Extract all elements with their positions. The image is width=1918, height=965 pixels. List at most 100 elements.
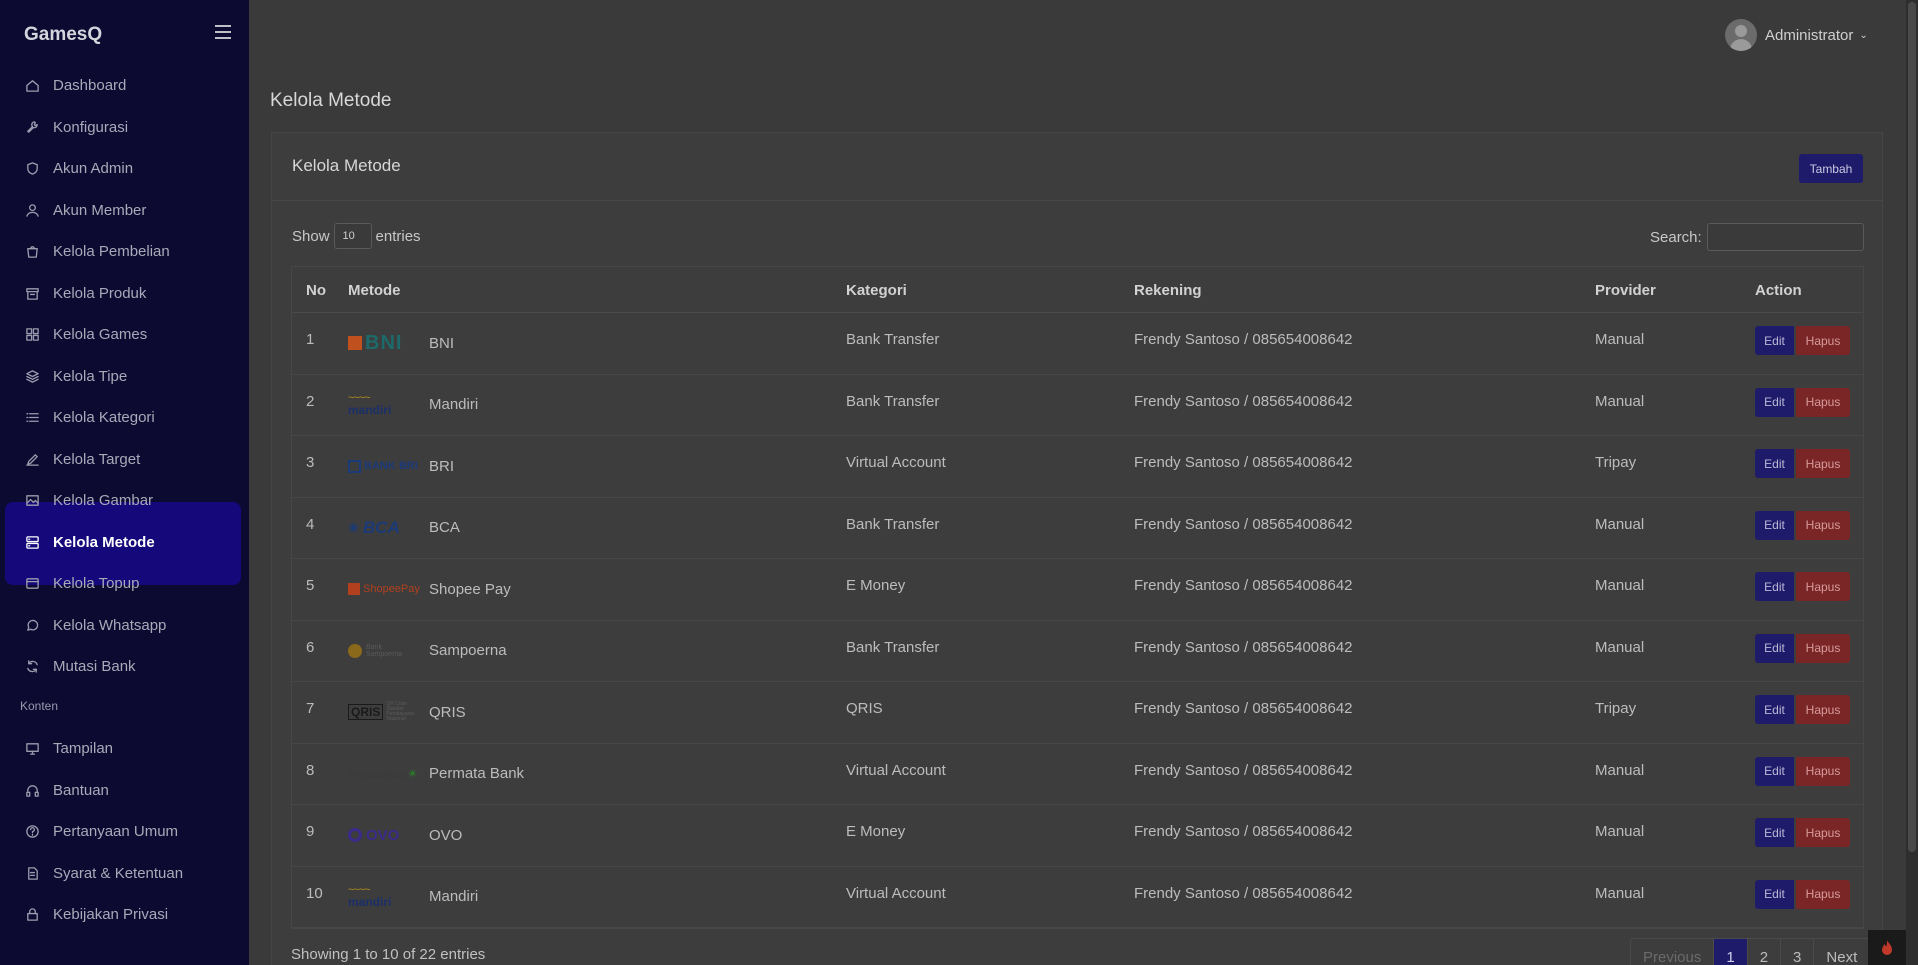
sidebar-item-konfigurasi[interactable]: Konfigurasi [0, 107, 249, 149]
method-cell: ShopeePay Shopee Pay [348, 577, 511, 601]
sidebar-item-akun-admin[interactable]: Akun Admin [0, 148, 249, 190]
sidebar-item-kelola-target[interactable]: Kelola Target [0, 439, 249, 481]
sidebar-item-pertanyaan-umum[interactable]: Pertanyaan Umum [0, 811, 249, 853]
column-header-action[interactable]: Action [1755, 282, 1802, 299]
table-body: 1 BNI BNI Bank Transfer Frendy Santoso / 085… [292, 313, 1863, 928]
wrench-icon [24, 119, 40, 135]
methods-card: Kelola Metode Tambah Show 10 entries Sea… [271, 132, 1883, 965]
category-cell: QRIS [846, 700, 883, 717]
method-name: Sampoerna [429, 642, 507, 659]
sidebar-item-kelola-pembelian[interactable]: Kelola Pembelian [0, 231, 249, 273]
delete-button[interactable]: Hapus [1796, 449, 1850, 478]
column-header-rekening[interactable]: Rekening [1134, 282, 1202, 299]
sidebar-item-label: Kelola Kategori [53, 409, 155, 427]
add-button[interactable]: Tambah [1799, 154, 1863, 183]
delete-button[interactable]: Hapus [1796, 572, 1850, 601]
edit-button[interactable]: Edit [1755, 756, 1794, 786]
delete-button[interactable]: Hapus [1796, 818, 1850, 847]
method-name: Mandiri [429, 396, 479, 413]
method-cell: PermataBank ✴ Permata Bank [348, 762, 524, 786]
sidebar-item-akun-member[interactable]: Akun Member [0, 190, 249, 232]
sidebar-item-kelola-gambar[interactable]: Kelola Gambar [0, 480, 249, 522]
method-name: BCA [429, 519, 460, 536]
column-header-kategori[interactable]: Kategori [846, 282, 907, 299]
category-cell: Bank Transfer [846, 331, 940, 348]
action-cell: Edit Hapus [1755, 756, 1850, 786]
scrollbar-thumb[interactable] [1908, 2, 1916, 852]
flame-icon[interactable] [1868, 930, 1906, 965]
sidebar-item-syarat-ketentuan[interactable]: Syarat & Ketentuan [0, 853, 249, 895]
sidebar-item-label: Pertanyaan Umum [53, 823, 179, 841]
account-cell: Frendy Santoso / 085654008642 [1134, 331, 1353, 348]
category-cell: Bank Transfer [846, 515, 940, 533]
pagination-previous[interactable]: Previous [1631, 939, 1715, 965]
action-cell: Edit Hapus [1755, 633, 1850, 663]
sidebar-item-label: Akun Admin [53, 160, 134, 178]
sidebar-item-dashboard[interactable]: Dashboard [0, 65, 249, 107]
sidebar-item-bantuan[interactable]: Bantuan [0, 770, 249, 812]
user-menu[interactable]: Administrator ⌄ [1725, 19, 1868, 51]
sidebar-item-kelola-metode[interactable]: Kelola Metode [0, 522, 249, 564]
sidebar-item-kebijakan-privasi[interactable]: Kebijakan Privasi [0, 894, 249, 936]
menu-toggle-icon[interactable] [215, 25, 231, 41]
sidebar-item-label: Konfigurasi [53, 118, 129, 136]
edit-button[interactable]: Edit [1755, 387, 1794, 417]
method-cell: ~~~~ mandiri Mandiri [348, 885, 478, 909]
column-header-no[interactable]: No [306, 282, 326, 299]
sidebar-item-kelola-topup[interactable]: Kelola Topup [0, 563, 249, 605]
delete-button[interactable]: Hapus [1796, 879, 1850, 909]
sidebar: GamesQ Dashboard Konfigurasi Akun Admin Aku… [0, 0, 249, 965]
account-cell: Frendy Santoso / 085654008642 [1134, 823, 1353, 840]
sidebar-content-nav: Tampilan Bantuan Pertanyaan Umum Syarat & K… [0, 728, 249, 936]
table-row: 3 BANK BRI BRI Virtual Account Frendy Santos… [292, 436, 1863, 498]
action-cell: Edit Hapus [1755, 818, 1850, 847]
edit-button[interactable]: Edit [1755, 879, 1794, 909]
grid-icon [24, 327, 40, 343]
pagination-1[interactable]: 1 [1714, 939, 1748, 965]
row-number: 8 [306, 761, 315, 779]
method-cell: ~~~~ mandiri Mandiri [348, 393, 478, 417]
action-cell: Edit Hapus [1755, 572, 1850, 601]
show-label: Show [292, 227, 330, 245]
delete-button[interactable]: Hapus [1796, 633, 1850, 663]
sidebar-item-kelola-produk[interactable]: Kelola Produk [0, 273, 249, 315]
search-input[interactable] [1706, 223, 1864, 251]
table-row: 5 ShopeePay Shopee Pay E Money Frendy Santos… [292, 559, 1863, 621]
bag-icon [24, 244, 40, 260]
delete-button[interactable]: Hapus [1796, 695, 1850, 724]
edit-button[interactable]: Edit [1755, 326, 1794, 355]
sidebar-item-kelola-kategori[interactable]: Kelola Kategori [0, 397, 249, 439]
payment-logo-image: OVO [348, 823, 420, 847]
sidebar-item-label: Kelola Target [53, 450, 141, 468]
delete-button[interactable]: Hapus [1796, 756, 1850, 786]
pagination-3[interactable]: 3 [1781, 939, 1815, 965]
sidebar-nav: Dashboard Konfigurasi Akun Admin Akun Membe… [0, 65, 249, 688]
column-header-metode[interactable]: Metode [348, 282, 401, 299]
delete-button[interactable]: Hapus [1796, 510, 1850, 540]
sidebar-item-kelola-tipe[interactable]: Kelola Tipe [0, 356, 249, 398]
payment-logo-image: QRIS QR Code Standar Pembayaran Nasional [348, 700, 420, 724]
edit-button[interactable]: Edit [1755, 572, 1794, 601]
sidebar-item-kelola-whatsapp[interactable]: Kelola Whatsapp [0, 605, 249, 647]
sidebar-item-kelola-games[interactable]: Kelola Games [0, 314, 249, 356]
headphones-icon [24, 782, 40, 798]
row-number: 5 [306, 577, 315, 594]
edit-button[interactable]: Edit [1755, 510, 1794, 540]
lock-icon [24, 907, 40, 923]
card-title: Kelola Metode [292, 156, 401, 175]
entries-length-select[interactable]: 10 [333, 223, 372, 249]
edit-button[interactable]: Edit [1755, 449, 1794, 478]
delete-button[interactable]: Hapus [1796, 387, 1850, 417]
edit-button[interactable]: Edit [1755, 633, 1794, 663]
edit-button[interactable]: Edit [1755, 818, 1794, 847]
edit-button[interactable]: Edit [1755, 695, 1794, 724]
shield-icon [24, 161, 40, 177]
method-cell: OVO OVO [348, 823, 462, 847]
delete-button[interactable]: Hapus [1796, 326, 1850, 355]
sidebar-item-label: Kelola Topup [53, 575, 140, 593]
pagination-next[interactable]: Next [1814, 939, 1871, 965]
pagination-2[interactable]: 2 [1748, 939, 1782, 965]
sidebar-item-mutasi-bank[interactable]: Mutasi Bank [0, 646, 249, 688]
sidebar-item-tampilan[interactable]: Tampilan [0, 728, 249, 770]
column-header-provider[interactable]: Provider [1595, 282, 1656, 299]
